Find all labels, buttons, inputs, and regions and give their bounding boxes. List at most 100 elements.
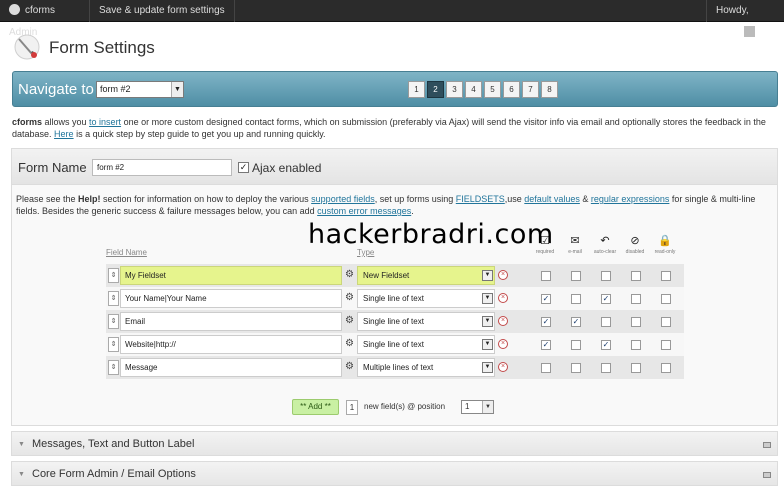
page-button-8[interactable]: 8 bbox=[541, 81, 558, 98]
save-update-button[interactable]: Save & update form settings bbox=[90, 0, 235, 22]
form-editor: Form Name form #2 ✓ Ajax enabled Please … bbox=[11, 148, 778, 426]
field-name-input[interactable]: Message bbox=[120, 358, 342, 377]
auto-clear-checkbox[interactable]: ✓ bbox=[601, 294, 611, 304]
read-only-checkbox[interactable] bbox=[661, 271, 671, 281]
column-header-label: e-mail bbox=[568, 249, 582, 255]
intro-text-part: is a quick step by step guide to get you… bbox=[73, 129, 326, 139]
field-type-select[interactable]: Single line of text ▼ bbox=[357, 312, 495, 331]
field-settings-icon[interactable]: ⚙ bbox=[345, 269, 355, 281]
drag-handle-icon[interactable]: ⇕ bbox=[108, 314, 119, 329]
navigate-bar: Navigate to form #2 ▼ 1 2 3 4 5 6 7 8 bbox=[12, 71, 778, 107]
drag-handle-icon[interactable]: ⇕ bbox=[108, 268, 119, 283]
delete-field-icon[interactable]: × bbox=[498, 362, 508, 372]
drag-handle-icon[interactable]: ⇕ bbox=[108, 291, 119, 306]
email-icon: ✉ bbox=[570, 235, 580, 247]
auto-clear-checkbox[interactable] bbox=[601, 363, 611, 373]
field-settings-icon[interactable]: ⚙ bbox=[345, 315, 355, 327]
chevron-down-icon: ▼ bbox=[482, 270, 493, 281]
section-core-admin[interactable]: ▼ Core Form Admin / Email Options bbox=[11, 461, 778, 486]
form-select[interactable]: form #2 ▼ bbox=[96, 81, 184, 98]
ajax-enabled-checkbox[interactable]: ✓ bbox=[238, 162, 249, 173]
read-only-checkbox[interactable] bbox=[661, 363, 671, 373]
user-menu[interactable]: Howdy, bbox=[706, 0, 784, 37]
required-checkbox[interactable]: ✓ bbox=[541, 340, 551, 350]
field-settings-icon[interactable]: ⚙ bbox=[345, 292, 355, 304]
field-type-select[interactable]: Single line of text ▼ bbox=[357, 335, 495, 354]
drag-handle-icon[interactable]: ⇕ bbox=[108, 360, 119, 375]
disabled-checkbox[interactable] bbox=[631, 363, 641, 373]
field-type-select[interactable]: Single line of text ▼ bbox=[357, 289, 495, 308]
field-type-value: Single line of text bbox=[363, 317, 424, 326]
intro-text: cforms allows you to insert one or more … bbox=[12, 116, 777, 140]
required-checkbox[interactable] bbox=[541, 271, 551, 281]
table-row: ⇕ Your Name|Your Name ⚙ Single line of t… bbox=[106, 287, 684, 310]
form-name-input[interactable]: form #2 bbox=[92, 159, 232, 176]
toggle-panel-icon[interactable] bbox=[763, 442, 771, 448]
help-text-part: , set up forms using bbox=[374, 194, 456, 204]
add-field-button[interactable]: ** Add ** bbox=[292, 399, 339, 415]
section-title: Messages, Text and Button Label bbox=[32, 438, 195, 450]
field-type-select[interactable]: Multiple lines of text ▼ bbox=[357, 358, 495, 377]
field-name-input[interactable]: Website|http:// bbox=[120, 335, 342, 354]
email-checkbox[interactable] bbox=[571, 340, 581, 350]
read-only-checkbox[interactable] bbox=[661, 317, 671, 327]
required-checkbox[interactable] bbox=[541, 363, 551, 373]
field-type-select[interactable]: New Fieldset ▼ bbox=[357, 266, 495, 285]
page-button-3[interactable]: 3 bbox=[446, 81, 463, 98]
expand-triangle-icon: ▼ bbox=[18, 471, 25, 478]
email-checkbox[interactable] bbox=[571, 271, 581, 281]
delete-field-icon[interactable]: × bbox=[498, 339, 508, 349]
field-name-input[interactable]: Your Name|Your Name bbox=[120, 289, 342, 308]
disabled-checkbox[interactable] bbox=[631, 317, 641, 327]
add-position-label: new field(s) @ position bbox=[364, 402, 446, 411]
field-settings-icon[interactable]: ⚙ bbox=[345, 361, 355, 373]
auto-clear-checkbox[interactable] bbox=[601, 317, 611, 327]
page-button-2[interactable]: 2 bbox=[427, 81, 444, 98]
read-only-checkbox[interactable] bbox=[661, 340, 671, 350]
page-button-7[interactable]: 7 bbox=[522, 81, 539, 98]
email-checkbox[interactable] bbox=[571, 294, 581, 304]
drag-handle-icon[interactable]: ⇕ bbox=[108, 337, 119, 352]
email-checkbox[interactable] bbox=[571, 363, 581, 373]
delete-field-icon[interactable]: × bbox=[498, 316, 508, 326]
supported-fields-link[interactable]: supported fields bbox=[311, 194, 375, 204]
disabled-checkbox[interactable] bbox=[631, 340, 641, 350]
form-settings-icon bbox=[14, 34, 40, 60]
add-count-input[interactable]: 1 bbox=[346, 400, 358, 415]
required-checkbox[interactable]: ✓ bbox=[541, 317, 551, 327]
insert-link[interactable]: to insert bbox=[89, 117, 121, 127]
column-header-field-name[interactable]: Field Name bbox=[106, 248, 147, 257]
add-position-select[interactable]: 1 ▼ bbox=[461, 400, 494, 414]
form-select-value: form #2 bbox=[100, 84, 131, 94]
lock-icon: 🔒 bbox=[658, 235, 672, 247]
fieldsets-link[interactable]: FIELDSETS bbox=[456, 194, 505, 204]
section-messages[interactable]: ▼ Messages, Text and Button Label bbox=[11, 431, 778, 456]
column-header-disabled: ⊘ disabled bbox=[620, 235, 650, 255]
section-title: Core Form Admin / Email Options bbox=[32, 468, 196, 480]
page-button-1[interactable]: 1 bbox=[408, 81, 425, 98]
auto-clear-checkbox[interactable]: ✓ bbox=[601, 340, 611, 350]
column-header-label: auto-clear bbox=[593, 249, 617, 255]
read-only-checkbox[interactable] bbox=[661, 294, 671, 304]
admin-menu-cforms[interactable]: cforms Admin bbox=[0, 0, 90, 38]
navigate-label: Navigate to bbox=[18, 81, 94, 98]
field-name-input[interactable]: Email bbox=[120, 312, 342, 331]
delete-field-icon[interactable]: × bbox=[498, 270, 508, 280]
quick-guide-link[interactable]: Here bbox=[54, 129, 74, 139]
page-button-6[interactable]: 6 bbox=[503, 81, 520, 98]
field-settings-icon[interactable]: ⚙ bbox=[345, 338, 355, 350]
email-checkbox[interactable]: ✓ bbox=[571, 317, 581, 327]
regular-expressions-link[interactable]: regular expressions bbox=[591, 194, 670, 204]
default-values-link[interactable]: default values bbox=[524, 194, 580, 204]
page-button-4[interactable]: 4 bbox=[465, 81, 482, 98]
auto-clear-checkbox[interactable] bbox=[601, 271, 611, 281]
required-checkbox[interactable]: ✓ bbox=[541, 294, 551, 304]
disabled-checkbox[interactable] bbox=[631, 271, 641, 281]
field-name-input[interactable]: My Fieldset bbox=[120, 266, 342, 285]
disabled-checkbox[interactable] bbox=[631, 294, 641, 304]
delete-field-icon[interactable]: × bbox=[498, 293, 508, 303]
page-button-5[interactable]: 5 bbox=[484, 81, 501, 98]
help-text-part: & bbox=[579, 194, 591, 204]
toggle-panel-icon[interactable] bbox=[763, 472, 771, 478]
custom-error-messages-link[interactable]: custom error messages bbox=[317, 206, 411, 216]
